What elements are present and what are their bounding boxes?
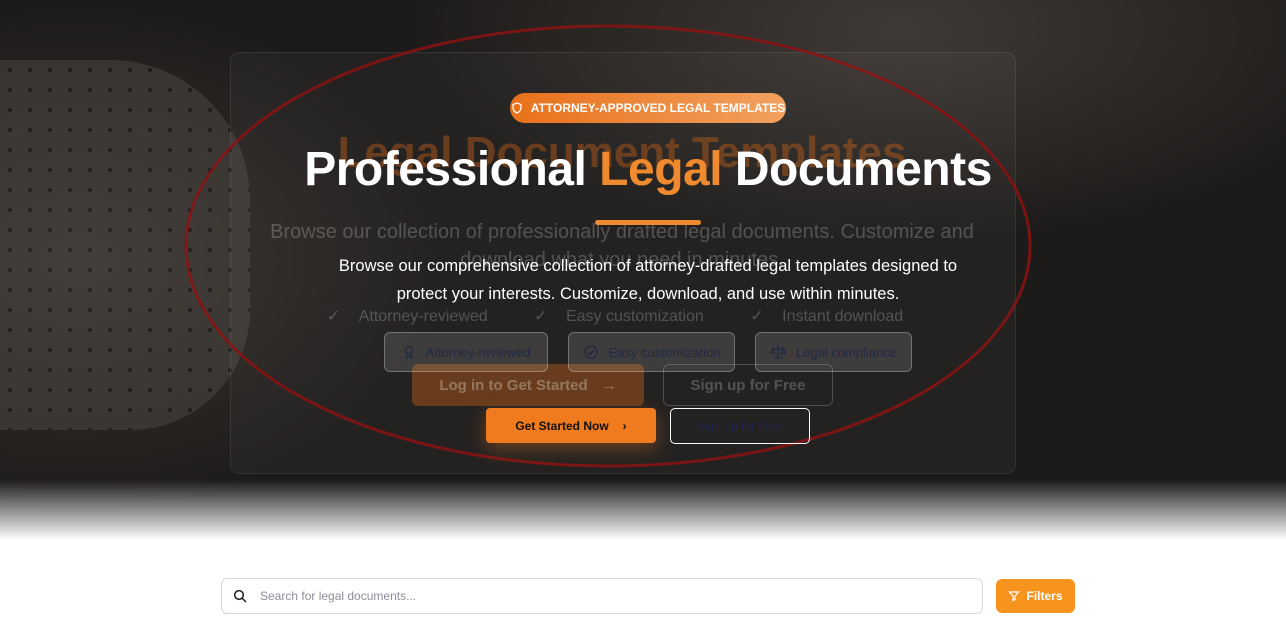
title-part-2: Documents: [734, 143, 992, 196]
sign-up-button[interactable]: Sign up for Free: [670, 408, 810, 444]
get-started-label: Get Started Now: [515, 418, 609, 433]
feature-label: Attorney-reviewed: [425, 344, 531, 360]
hero-bottom-fade: [0, 480, 1286, 540]
feature-pill-easy-customization: Easy customization: [568, 332, 735, 372]
filter-icon: [1008, 591, 1021, 602]
ghost-check-item: ✓ Attorney-reviewed: [326, 308, 488, 325]
feature-label: Legal compliance: [795, 344, 898, 360]
arrow-right-icon: →: [601, 376, 617, 394]
feature-pill-legal-compliance: Legal compliance: [755, 332, 912, 372]
feature-label: Easy customization: [608, 344, 721, 360]
attorney-approved-badge: ATTORNEY-APPROVED LEGAL TEMPLATES: [510, 93, 786, 123]
feature-pill-attorney-reviewed: Attorney-reviewed: [384, 332, 548, 372]
hero-background-image: [0, 60, 250, 430]
check-circle-icon: [583, 345, 598, 359]
ghost-check-item: ✓ Instant download: [750, 308, 904, 325]
badge-label: ATTORNEY-APPROVED LEGAL TEMPLATES: [530, 101, 786, 115]
page-title: Professional Legal Documents: [230, 140, 1066, 200]
get-started-button[interactable]: Get Started Now ›: [486, 408, 656, 443]
search-input[interactable]: [258, 588, 982, 604]
chevron-right-icon: ›: [622, 418, 627, 433]
shield-icon: [512, 102, 522, 114]
title-accent: Legal: [599, 143, 723, 196]
hero-subtitle: Browse our comprehensive collection of a…: [338, 257, 958, 303]
title-underline: [595, 220, 701, 225]
scale-icon: [769, 346, 786, 359]
title-part-1: Professional: [304, 143, 587, 196]
ghost-check-item: ✓ Easy customization: [534, 308, 704, 325]
filters-label: Filters: [1026, 589, 1063, 603]
award-icon: [404, 346, 413, 360]
ghost-feature-checks: ✓ Attorney-reviewed ✓ Easy customization…: [230, 306, 1014, 326]
search-bar: [221, 578, 983, 614]
search-icon: [233, 589, 247, 603]
filters-button[interactable]: Filters: [996, 579, 1075, 613]
